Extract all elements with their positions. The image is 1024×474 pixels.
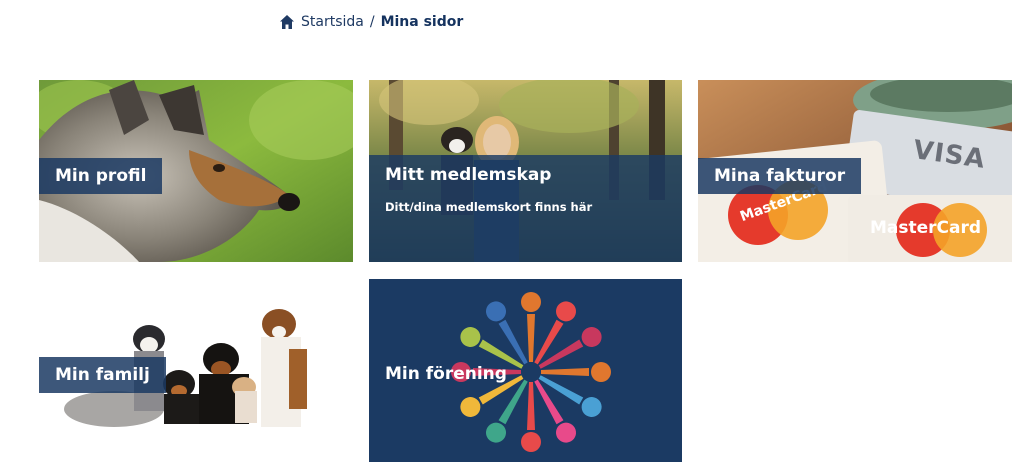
tile-title: Min familj xyxy=(39,357,166,393)
tile-min-familj[interactable]: Min familj xyxy=(39,279,353,461)
tile-subtitle: Ditt/dina medlemskort finns här xyxy=(385,200,593,214)
tile-title: Mitt medlemskap xyxy=(385,165,552,185)
breadcrumb-current: Mina sidor xyxy=(380,14,464,30)
mastercard-logo-2: MasterCard xyxy=(870,218,982,238)
breadcrumb-home-link[interactable]: Startsida xyxy=(301,14,364,30)
breadcrumb: Startsida / Mina sidor xyxy=(279,12,463,32)
tile-min-forening[interactable]: Min förening xyxy=(369,279,682,462)
breadcrumb-separator: / xyxy=(369,14,375,30)
tile-title: Min profil xyxy=(39,158,163,194)
tile-title: Min förening xyxy=(385,364,507,384)
tile-min-profil[interactable]: Min profil xyxy=(39,80,353,262)
tile-title: Mina fakturor xyxy=(698,158,862,194)
tile-mitt-medlemskap[interactable]: Mitt medlemskap Ditt/dina medlemskort fi… xyxy=(369,80,682,262)
home-icon[interactable] xyxy=(279,14,295,30)
tile-mina-fakturor[interactable]: VISA MasterCard MasterCard Mina fakturor xyxy=(698,80,1012,262)
